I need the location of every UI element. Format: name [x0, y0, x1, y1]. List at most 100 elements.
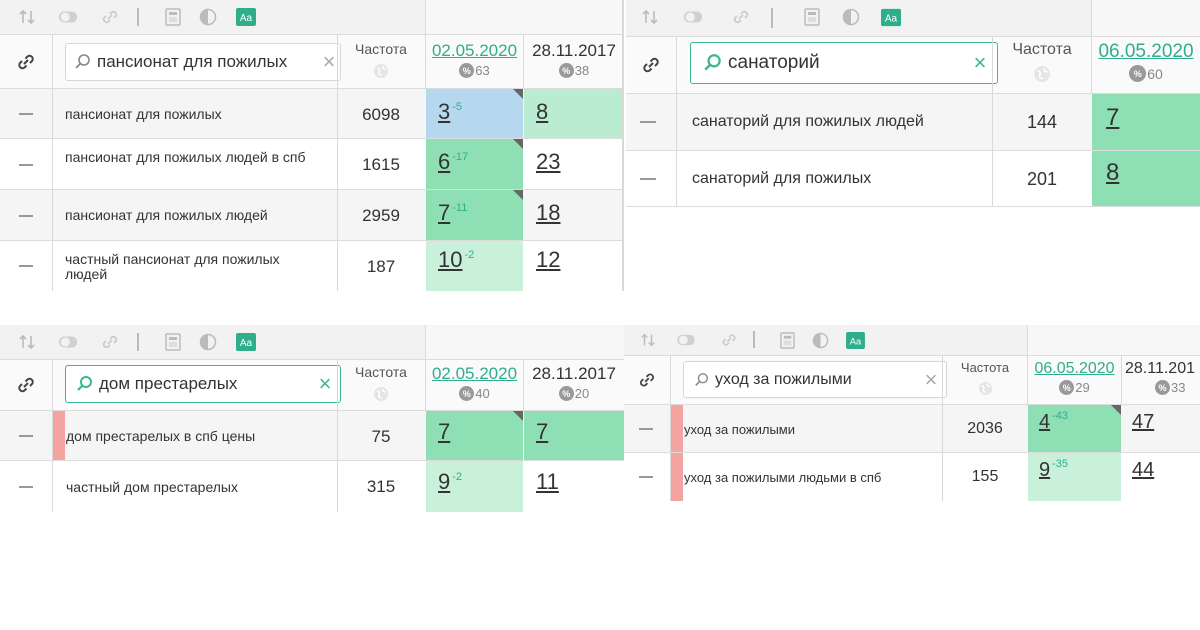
frequency-header[interactable]: Частота — [993, 41, 1091, 83]
search-query: пансионат для пожилых — [97, 52, 288, 71]
position-cell[interactable]: 7 — [426, 411, 523, 460]
position-cell[interactable]: 9 -2 — [426, 461, 523, 512]
date-label[interactable]: 28.11.2017 — [524, 364, 624, 384]
toggle-icon[interactable] — [58, 7, 78, 27]
position-cell[interactable]: 4 -43 — [1028, 405, 1121, 452]
frequency-header[interactable]: Частота — [943, 360, 1027, 396]
position-cell[interactable]: 44 — [1122, 453, 1200, 501]
frequency-label: Частота — [355, 364, 407, 380]
position-cell[interactable]: 18 — [524, 190, 624, 240]
expand-dash-icon[interactable] — [19, 164, 33, 166]
toggle-icon[interactable] — [58, 332, 78, 352]
position-cell[interactable]: 47 — [1122, 405, 1200, 452]
position-cell[interactable]: 8 — [524, 89, 624, 138]
position-value: 12 — [536, 247, 561, 272]
position-cell[interactable]: 6 -17 — [426, 139, 523, 189]
clear-search-button[interactable]: × — [920, 368, 942, 391]
date-label[interactable]: 28.11.2017 — [524, 41, 624, 61]
link-icon[interactable] — [731, 7, 751, 27]
link-column-header[interactable] — [626, 37, 676, 93]
text-format-icon[interactable]: Aa — [236, 7, 256, 27]
link-icon[interactable] — [100, 7, 120, 27]
position-cell[interactable]: 9 -35 — [1028, 453, 1121, 501]
date-column-header[interactable]: 28.11.2017 % 20 — [524, 364, 624, 401]
search-input[interactable]: уход за пожилыми × — [683, 361, 947, 398]
link-column-header[interactable] — [624, 356, 670, 404]
frequency-header[interactable]: Частота — [338, 364, 424, 402]
contrast-icon[interactable] — [841, 7, 861, 27]
toolbar-divider — [771, 8, 773, 28]
date-column-header[interactable]: 28.11.2017 % 38 — [524, 41, 624, 78]
position-cell[interactable]: 8 — [1092, 151, 1200, 206]
sort-icon[interactable] — [638, 330, 658, 350]
keyword-text: пансионат для пожилых — [65, 106, 222, 122]
calculator-icon[interactable] — [163, 7, 183, 27]
position-cell[interactable]: 11 — [524, 461, 624, 512]
position-delta: -17 — [452, 151, 469, 163]
link-column-header[interactable] — [0, 35, 52, 88]
link-icon — [18, 377, 34, 393]
date-label[interactable]: 06.05.2020 — [1028, 360, 1121, 378]
date-label[interactable]: 02.05.2020 — [426, 41, 523, 61]
position-cell[interactable]: 12 — [524, 241, 624, 291]
contrast-icon[interactable] — [810, 330, 830, 350]
corner-marker — [513, 190, 523, 200]
search-input[interactable]: дом престарелых × — [65, 365, 341, 403]
position-value: 4 — [1039, 411, 1051, 433]
contrast-icon[interactable] — [198, 7, 218, 27]
clear-search-button[interactable]: × — [314, 373, 336, 395]
calculator-icon[interactable] — [777, 330, 797, 350]
expand-dash-icon[interactable] — [639, 428, 653, 430]
position-cell[interactable]: 7 — [524, 411, 624, 460]
date-label[interactable]: 06.05.2020 — [1092, 41, 1200, 63]
calculator-icon[interactable] — [163, 332, 183, 352]
date-column-header[interactable]: 06.05.2020 % 29 — [1028, 360, 1121, 395]
col-divider — [676, 94, 677, 150]
date-column-header[interactable]: 02.05.2020 % 40 — [426, 364, 523, 401]
text-format-icon[interactable]: Aa — [236, 332, 256, 352]
keyword-panel-3: Aa дом престарелых × Частота 02.05.2020 … — [0, 325, 624, 512]
sort-icon[interactable] — [17, 7, 37, 27]
expand-dash-icon[interactable] — [640, 121, 656, 123]
frequency-value: 187 — [366, 257, 396, 276]
expand-dash-icon[interactable] — [639, 476, 653, 478]
link-icon[interactable] — [100, 332, 120, 352]
expand-dash-icon[interactable] — [19, 265, 33, 267]
position-cell[interactable]: 3 -5 — [426, 89, 523, 138]
search-query: санаторий — [728, 52, 820, 73]
date-column-header[interactable]: 02.05.2020 % 63 — [426, 41, 523, 78]
expand-dash-icon[interactable] — [19, 435, 33, 437]
text-format-icon[interactable]: Aa — [845, 330, 865, 350]
calculator-icon[interactable] — [802, 7, 822, 27]
position-cell[interactable]: 10 -2 — [426, 241, 523, 291]
contrast-icon[interactable] — [198, 332, 218, 352]
date-column-header[interactable]: 28.11.201 % 33 — [1122, 360, 1200, 395]
expand-dash-icon[interactable] — [19, 113, 33, 115]
position-value: 7 — [438, 200, 451, 225]
sort-icon[interactable] — [640, 7, 660, 27]
date-column-header[interactable]: 06.05.2020 % 60 — [1092, 41, 1200, 82]
position-cell[interactable]: 7 -11 — [426, 190, 523, 240]
date-label[interactable]: 02.05.2020 — [426, 364, 523, 384]
position-cell[interactable]: 23 — [524, 139, 624, 189]
expand-dash-icon[interactable] — [19, 215, 33, 217]
toggle-icon[interactable] — [676, 330, 696, 350]
search-input[interactable]: санаторий × — [690, 42, 998, 84]
frequency-header[interactable]: Частота — [338, 41, 424, 79]
expand-dash-icon[interactable] — [19, 486, 33, 488]
link-column-header[interactable] — [0, 360, 52, 410]
clear-search-button[interactable]: × — [969, 52, 991, 74]
search-input[interactable]: пансионат для пожилых × — [65, 43, 341, 81]
expand-dash-icon[interactable] — [640, 178, 656, 180]
text-format-icon[interactable]: Aa — [881, 7, 901, 27]
percent-icon: % — [1155, 380, 1170, 395]
position-cell[interactable]: 7 — [1092, 94, 1200, 150]
sort-icon[interactable] — [17, 332, 37, 352]
percent-icon: % — [1059, 380, 1075, 395]
frequency-value: 155 — [971, 468, 999, 485]
date-label[interactable]: 28.11.201 — [1125, 360, 1200, 378]
link-icon[interactable] — [719, 330, 739, 350]
panel-border — [622, 0, 624, 291]
corner-marker — [1111, 405, 1121, 415]
toggle-icon[interactable] — [683, 7, 703, 27]
